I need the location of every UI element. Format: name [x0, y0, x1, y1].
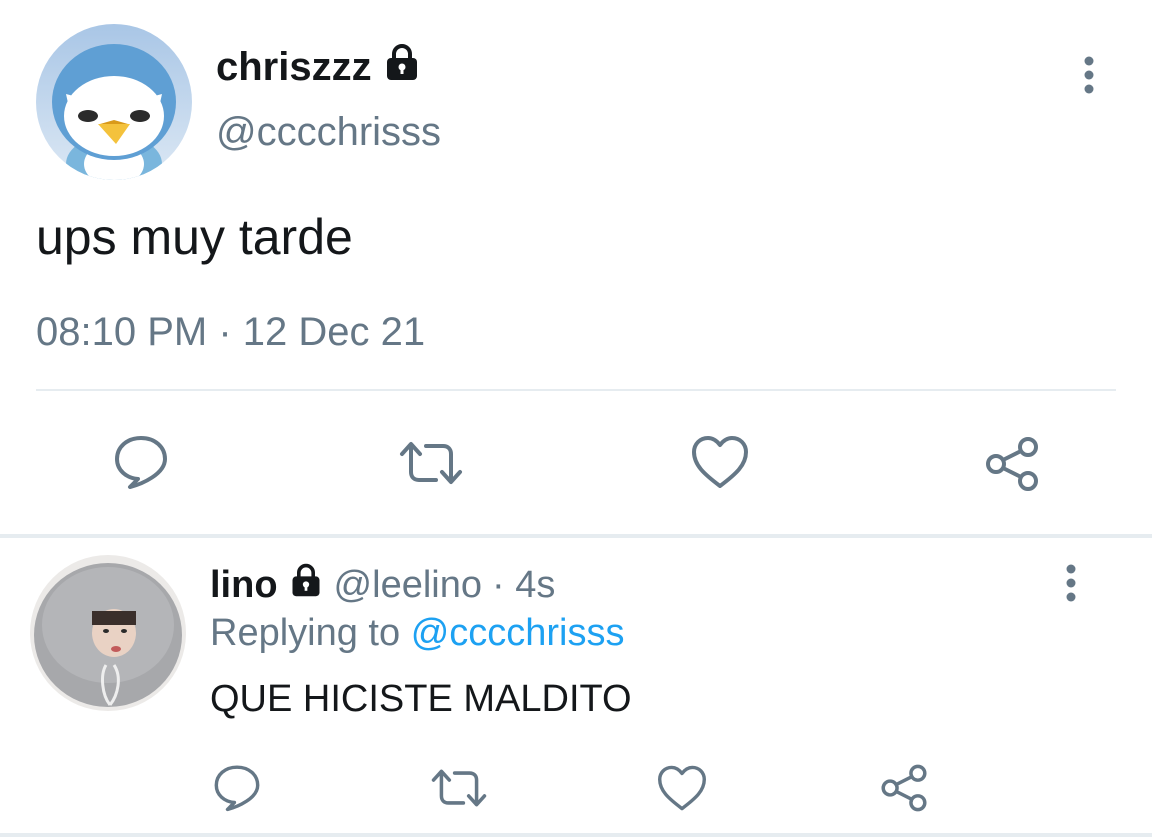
- bottom-separator: [0, 833, 1152, 837]
- tweet-text: ups muy tarde: [36, 209, 353, 265]
- reply-author-avatar[interactable]: [30, 555, 186, 711]
- more-options-icon[interactable]: [1074, 54, 1104, 96]
- retweet-button[interactable]: [398, 438, 464, 493]
- reply-text: QUE HICISTE MALDITO: [210, 678, 632, 720]
- hooded-person-avatar-image: [30, 555, 186, 711]
- tweet-detail-page: chriszzz @cccchrisss ups muy tarde 08:10…: [0, 0, 1152, 837]
- lock-icon: [382, 42, 422, 92]
- reply-more-options-icon[interactable]: [1056, 562, 1086, 604]
- reply-share-button[interactable]: [878, 762, 930, 819]
- author-display-name[interactable]: chriszzz: [216, 45, 372, 90]
- reply-icon: [115, 436, 167, 489]
- reply-time: · 4s: [491, 563, 556, 606]
- retweet-icon: [431, 769, 487, 807]
- lock-icon: [288, 562, 324, 608]
- reply-author-display-name[interactable]: lino: [210, 564, 278, 607]
- piplup-avatar-image: [36, 24, 192, 180]
- reply-like-button[interactable]: [656, 764, 708, 817]
- like-icon: [692, 436, 748, 488]
- share-icon: [986, 437, 1038, 491]
- author-display-name-row[interactable]: chriszzz: [216, 42, 422, 92]
- replying-to-line: Replying to @cccchrisss: [210, 612, 625, 655]
- share-icon: [881, 764, 927, 812]
- share-button[interactable]: [982, 434, 1042, 499]
- replying-to-mention[interactable]: @cccchrisss: [411, 612, 625, 654]
- like-button[interactable]: [690, 434, 750, 495]
- reply-button[interactable]: [112, 432, 170, 495]
- thread-separator: [0, 534, 1152, 538]
- reply-retweet-button[interactable]: [430, 766, 488, 815]
- tweet-timestamp[interactable]: 08:10 PM · 12 Dec 21: [36, 310, 425, 355]
- reply-reply-button[interactable]: [212, 762, 262, 817]
- replying-to-label: Replying to: [210, 612, 401, 654]
- reply-icon: [214, 765, 260, 812]
- reply-author-handle[interactable]: @leelino: [334, 564, 482, 607]
- author-handle[interactable]: @cccchrisss: [216, 110, 441, 155]
- reply-header: lino @leelino · 4s: [210, 562, 555, 608]
- like-icon: [658, 765, 706, 811]
- retweet-icon: [400, 442, 462, 484]
- author-avatar[interactable]: [36, 24, 192, 180]
- divider: [36, 389, 1116, 391]
